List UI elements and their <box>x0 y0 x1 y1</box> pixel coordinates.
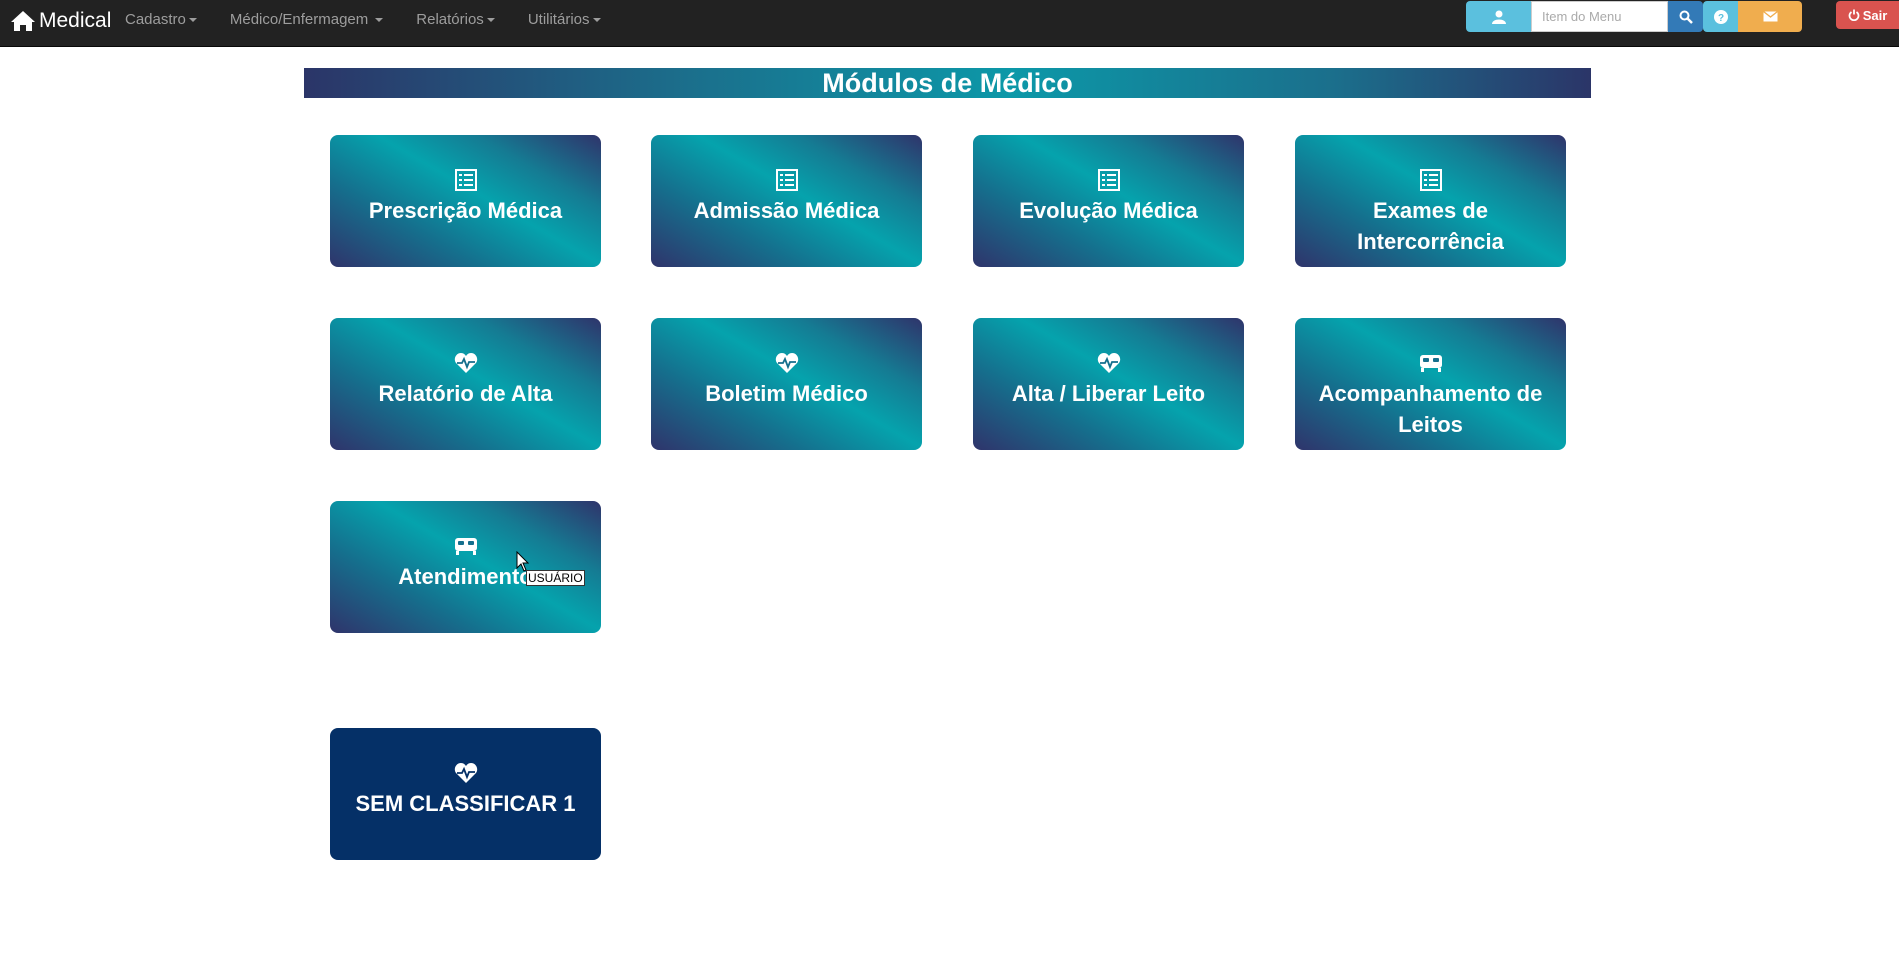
card-admissao-medica[interactable]: Admissão Médica <box>651 135 922 267</box>
tooltip: USUÁRIO <box>526 570 585 586</box>
menu-utilitarios[interactable]: Utilitários <box>528 11 601 28</box>
caret-down-icon <box>486 18 495 22</box>
logout-button[interactable]: Sair <box>1836 1 1899 29</box>
card-alta-liberar-leito[interactable]: Alta / Liberar Leito <box>973 318 1244 450</box>
user-button[interactable] <box>1466 1 1531 32</box>
card-label: Exames de Intercorrência <box>1357 198 1504 254</box>
brand-label: Medical <box>39 9 112 32</box>
card-sem-classificar[interactable]: SEM CLASSIFICAR 1 <box>330 728 601 860</box>
power-icon <box>1848 9 1860 21</box>
menu-relatorios[interactable]: Relatórios <box>416 11 495 28</box>
svg-text:?: ? <box>1717 13 1723 24</box>
card-label: Admissão Médica <box>693 198 880 223</box>
card-exames-intercorrencia[interactable]: Exames de Intercorrência <box>1295 135 1566 267</box>
search-button[interactable] <box>1668 1 1703 32</box>
list-icon <box>1097 169 1120 191</box>
card-label: Boletim Médico <box>705 381 868 406</box>
logout-label: Sair <box>1862 7 1888 23</box>
top-navbar: Medical Cadastro Médico/Enfermagem Relat… <box>0 0 1899 47</box>
menu-medico-enfermagem[interactable]: Médico/Enfermagem <box>229 10 384 28</box>
brand-link[interactable]: Medical <box>10 6 111 36</box>
list-icon <box>454 169 477 191</box>
card-label: Evolução Médica <box>1019 198 1198 223</box>
heartbeat-icon <box>1097 353 1120 373</box>
heartbeat-icon <box>454 353 477 373</box>
caret-down-icon <box>375 18 384 22</box>
help-button[interactable]: ? <box>1703 1 1738 32</box>
home-icon <box>11 11 35 31</box>
card-atendimento[interactable]: Atendimento <box>330 501 601 633</box>
card-acompanhamento-leitos[interactable]: Acompanhamento de Leitos <box>1295 318 1566 450</box>
menu-cadastro[interactable]: Cadastro <box>125 11 197 28</box>
caret-down-icon <box>592 18 601 22</box>
menu-utilitarios-label: Utilitários <box>527 10 590 28</box>
menu-search-input[interactable] <box>1531 1 1668 32</box>
heartbeat-icon <box>775 353 798 373</box>
menu-relatorios-label: Relatórios <box>416 10 484 28</box>
page-title: Módulos de Médico <box>304 68 1591 98</box>
card-label: SEM CLASSIFICAR 1 <box>355 791 576 816</box>
card-label: Acompanhamento de Leitos <box>1318 381 1543 437</box>
list-icon <box>1419 169 1442 191</box>
heartbeat-icon <box>454 763 477 783</box>
bed-icon <box>454 538 477 555</box>
card-evolucao-medica[interactable]: Evolução Médica <box>973 135 1244 267</box>
user-icon <box>1491 10 1506 24</box>
search-icon <box>1679 10 1693 24</box>
card-label: Prescrição Médica <box>368 198 563 223</box>
caret-down-icon <box>188 18 197 22</box>
list-icon <box>775 169 798 191</box>
card-prescricao-medica[interactable]: Prescrição Médica <box>330 135 601 267</box>
envelope-icon <box>1762 11 1778 22</box>
card-label: Alta / Liberar Leito <box>1011 381 1206 406</box>
menu-medico-label: Médico/Enfermagem <box>229 10 369 28</box>
question-icon: ? <box>1713 9 1728 24</box>
bed-icon <box>1419 355 1442 372</box>
main-menu: Cadastro Médico/Enfermagem Relatórios Ut… <box>125 0 634 38</box>
menu-cadastro-label: Cadastro <box>125 10 186 28</box>
card-boletim-medico[interactable]: Boletim Médico <box>651 318 922 450</box>
card-label: Relatório de Alta <box>378 381 553 406</box>
card-relatorio-alta[interactable]: Relatório de Alta <box>330 318 601 450</box>
messages-button[interactable] <box>1738 1 1802 32</box>
